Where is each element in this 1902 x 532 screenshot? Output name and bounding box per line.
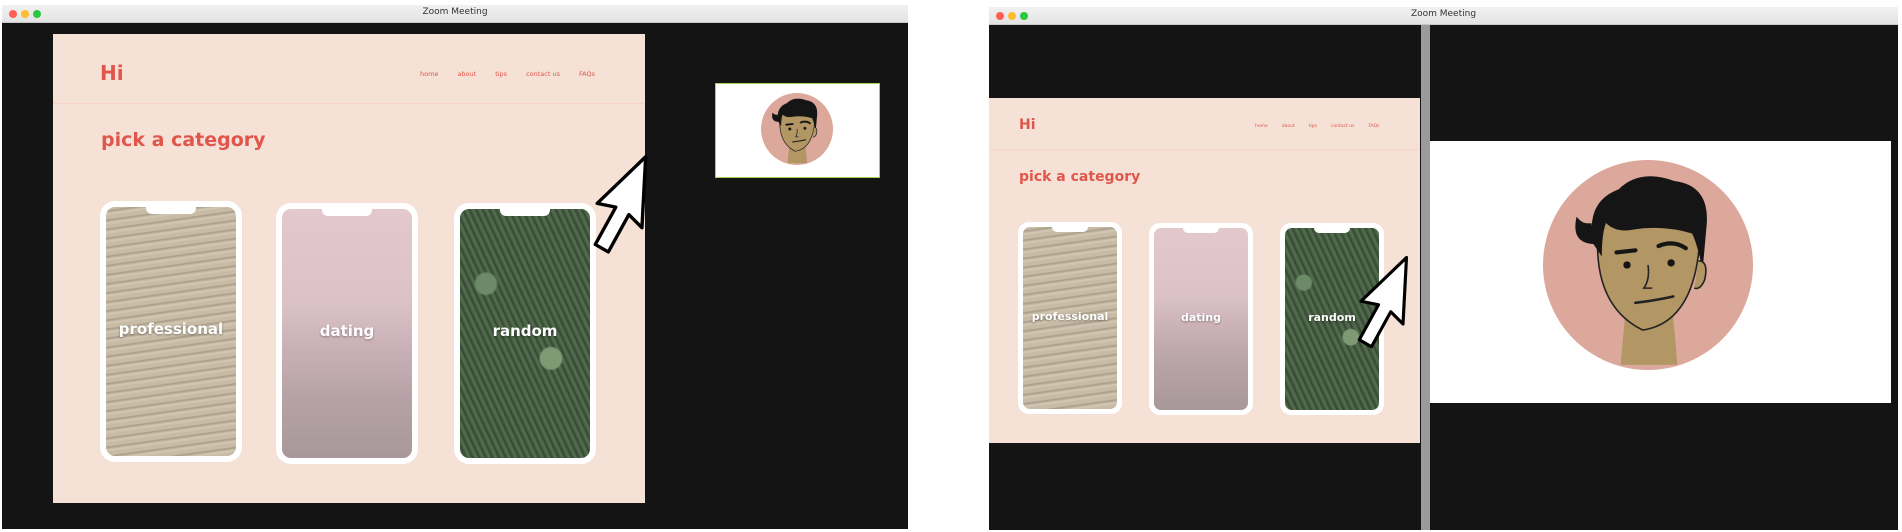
man-avatar-icon	[761, 93, 833, 165]
nav-link-about[interactable]: about	[1282, 124, 1295, 129]
nav-link-home[interactable]: home	[420, 70, 438, 78]
phone-screen: dating	[282, 209, 412, 458]
site-logo[interactable]: Hi	[100, 61, 124, 85]
category-card-random[interactable]: random	[454, 203, 596, 464]
header-divider	[989, 149, 1420, 150]
zoom-window-left: Zoom Meeting Hi home about tips contact …	[2, 5, 908, 529]
page-heading: pick a category	[101, 129, 266, 151]
category-label: dating	[319, 322, 375, 340]
phone-notch	[322, 209, 372, 216]
participant-video-thumbnail[interactable]	[715, 83, 880, 178]
phone-notch	[146, 207, 196, 214]
shared-screen-website: Hi home about tips contact us FAQs pick …	[53, 34, 645, 503]
category-card-dating[interactable]: dating	[276, 203, 418, 464]
nav-link-faqs[interactable]: FAQs	[579, 70, 595, 78]
phone-screen: dating	[1154, 228, 1248, 410]
phone-screen: random	[460, 209, 590, 458]
category-card-professional[interactable]: professional	[100, 201, 242, 462]
category-label: professional	[118, 320, 224, 338]
phone-notch	[1314, 228, 1350, 233]
site-nav: home about tips contact us FAQs	[1255, 124, 1380, 129]
nav-link-home[interactable]: home	[1255, 124, 1268, 129]
arrow-cursor-icon	[593, 155, 648, 254]
title-bar[interactable]: Zoom Meeting	[2, 5, 908, 23]
phone-notch	[1183, 228, 1219, 233]
nav-link-tips[interactable]: tips	[495, 70, 507, 78]
window-title: Zoom Meeting	[1410, 9, 1477, 19]
title-bar[interactable]: Zoom Meeting	[989, 7, 1898, 25]
category-card-professional[interactable]: professional	[1018, 222, 1122, 414]
man-avatar-icon	[1543, 160, 1753, 370]
page-heading: pick a category	[1019, 169, 1141, 185]
arrow-cursor-icon	[1357, 255, 1409, 349]
participant-video[interactable]	[1430, 141, 1891, 403]
header-divider	[53, 103, 645, 104]
window-title: Zoom Meeting	[422, 7, 488, 17]
nav-link-contact-us[interactable]: contact us	[1331, 124, 1354, 129]
nav-link-tips[interactable]: tips	[1309, 124, 1317, 129]
category-card-dating[interactable]: dating	[1149, 223, 1253, 415]
category-label: dating	[1180, 311, 1222, 324]
phone-notch	[1052, 227, 1088, 232]
nav-link-faqs[interactable]: FAQs	[1368, 124, 1379, 129]
phone-screen: professional	[1023, 227, 1117, 409]
phone-notch	[500, 209, 550, 216]
phone-screen: professional	[106, 207, 236, 456]
site-logo[interactable]: Hi	[1019, 117, 1036, 133]
site-nav: home about tips contact us FAQs	[420, 70, 595, 78]
nav-link-contact-us[interactable]: contact us	[526, 70, 560, 78]
nav-link-about[interactable]: about	[457, 70, 476, 78]
zoom-window-right: Zoom Meeting Hi home about tips contact …	[989, 7, 1898, 530]
category-label: random	[492, 322, 558, 340]
category-label: professional	[1031, 310, 1109, 323]
